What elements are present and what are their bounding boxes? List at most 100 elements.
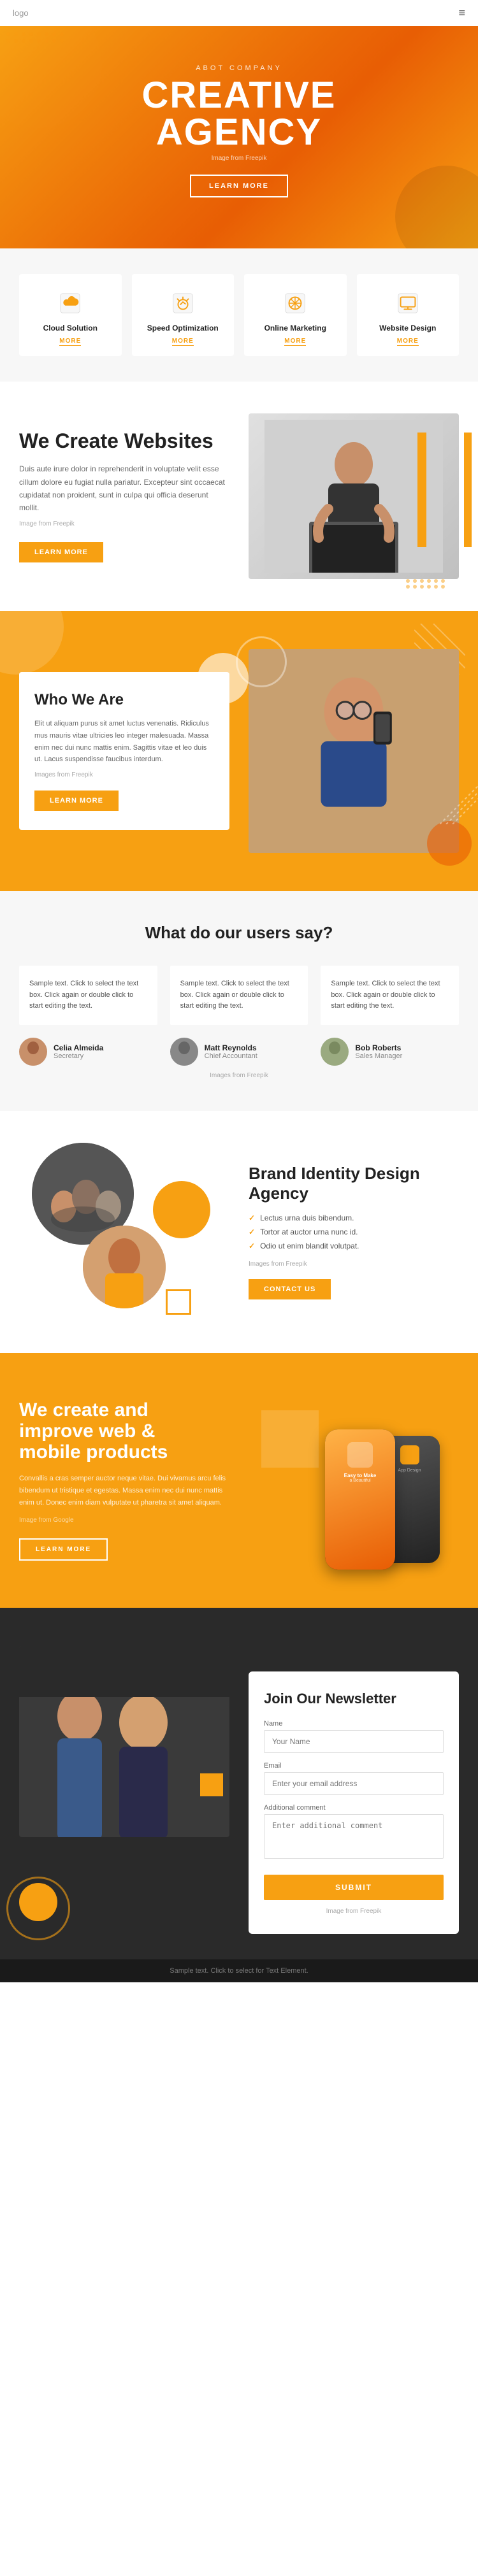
footer-text: Sample text. Click to select for Text El… (170, 1967, 308, 1975)
submit-button[interactable]: SUBMIT (264, 1875, 444, 1900)
testimonial-text-2: Sample text. Click to select the text bo… (331, 978, 449, 1012)
service-marketing-more[interactable]: MORE (284, 338, 306, 346)
person-role-1: Chief Accountant (205, 1052, 257, 1060)
hero-cta-button[interactable]: LEARN MORE (190, 175, 288, 197)
who-image (249, 649, 459, 853)
who-we-are-inner: Who We Are Elit ut aliquam purus sit ame… (19, 649, 459, 853)
person-2: Bob Roberts Sales Manager (321, 1038, 459, 1066)
marketing-icon (281, 289, 309, 317)
nl-deco-outline-circle (6, 1877, 70, 1940)
service-marketing-title: Online Marketing (264, 324, 326, 333)
message-input[interactable] (264, 1814, 444, 1859)
person-role-0: Secretary (54, 1052, 103, 1060)
testimonial-text-1: Sample text. Click to select the text bo… (180, 978, 298, 1012)
services-section: Cloud Solution MORE Speed Optimization M… (0, 248, 478, 382)
newsletter-form-area: Join Our Newsletter Name Email Additiona… (249, 1646, 459, 1959)
newsletter-people (19, 1646, 229, 1875)
nl-credit: Image from Freepik (264, 1908, 444, 1915)
who-title: Who We Are (34, 691, 214, 709)
email-label: Email (264, 1762, 444, 1770)
brand-outline-circle (166, 1289, 191, 1315)
newsletter-section: Join Our Newsletter Name Email Additiona… (0, 1608, 478, 1959)
testimonials-grid: Sample text. Click to select the text bo… (19, 966, 459, 1025)
service-card-design: Website Design MORE (357, 274, 460, 356)
design-icon (394, 289, 422, 317)
orange-accent-bar (464, 433, 472, 547)
newsletter-title: Join Our Newsletter (264, 1691, 444, 1707)
we-create-section: We Create Websites Duis aute irure dolor… (0, 382, 478, 611)
brand-list-item-1: Tortor at auctor urna nunc id. (249, 1227, 459, 1236)
person-role-2: Sales Manager (355, 1052, 402, 1060)
brand-identity-section: Brand Identity Design Agency Lectus urna… (0, 1111, 478, 1353)
name-field: Name (264, 1720, 444, 1753)
testimonial-text-0: Sample text. Click to select the text bo… (29, 978, 147, 1012)
brand-list-item-0: Lectus urna duis bibendum. (249, 1213, 459, 1222)
who-cta-button[interactable]: LEARN MORE (34, 791, 119, 811)
we-create-text: We Create Websites Duis aute irure dolor… (19, 430, 229, 562)
mobile-body: Convallis a cras semper auctor neque vit… (19, 1473, 229, 1508)
person-info-1: Matt Reynolds Chief Accountant (205, 1043, 257, 1060)
service-card-speed: Speed Optimization MORE (132, 274, 235, 356)
mobile-products-section: We create and improve web & mobile produ… (0, 1353, 478, 1608)
hero-section: Abot Company CREATIVE AGENCY Image from … (0, 26, 478, 248)
we-create-title: We Create Websites (19, 430, 229, 452)
person-1: Matt Reynolds Chief Accountant (170, 1038, 308, 1066)
brand-circle-2 (83, 1226, 166, 1308)
mobile-title: We create and improve web & mobile produ… (19, 1399, 229, 1463)
brand-credit: Images from Freepik (249, 1261, 459, 1268)
who-card: Who We Are Elit ut aliquam purus sit ame… (19, 672, 229, 830)
speed-icon (169, 289, 197, 317)
we-create-cta[interactable]: LEARN MORE (19, 542, 103, 562)
who-we-are-section: Who We Are Elit ut aliquam purus sit ame… (0, 611, 478, 891)
header: logo ≡ (0, 0, 478, 26)
services-grid: Cloud Solution MORE Speed Optimization M… (19, 274, 459, 356)
brand-cta-button[interactable]: CONTACT US (249, 1279, 331, 1299)
brand-list-item-2: Odio ut enim blandit volutpat. (249, 1241, 459, 1250)
testi-credit: Images from Freepik (19, 1072, 459, 1079)
person-name-0: Celia Almeida (54, 1043, 103, 1052)
we-create-credit: Image from Freepik (19, 519, 229, 529)
testimonials-section: What do our users say? Sample text. Clic… (0, 891, 478, 1111)
we-create-image (249, 413, 459, 579)
cloud-icon (56, 289, 84, 317)
person-name-2: Bob Roberts (355, 1043, 402, 1052)
footer: Sample text. Click to select for Text El… (0, 1959, 478, 1982)
mobile-credit: Image from Google (19, 1515, 229, 1526)
testimonial-card-2: Sample text. Click to select the text bo… (321, 966, 459, 1025)
avatar-1 (170, 1038, 198, 1066)
email-input[interactable] (264, 1772, 444, 1795)
message-field: Additional comment (264, 1804, 444, 1862)
person-name-1: Matt Reynolds (205, 1043, 257, 1052)
service-card-marketing: Online Marketing MORE (244, 274, 347, 356)
mobile-phones: Easy to Make a Beautiful App Design (249, 1391, 459, 1570)
menu-icon[interactable]: ≡ (458, 6, 465, 20)
mobile-text: We create and improve web & mobile produ… (19, 1399, 229, 1561)
who-credit: Images from Freepik (34, 769, 214, 780)
brand-orange-circle (153, 1181, 210, 1238)
testimonial-card-1: Sample text. Click to select the text bo… (170, 966, 308, 1025)
service-speed-more[interactable]: MORE (172, 338, 194, 346)
nl-small-circle (200, 1773, 223, 1796)
avatar-2 (321, 1038, 349, 1066)
hero-subtitle: Abot Company (196, 64, 282, 72)
hero-title: CREATIVE AGENCY (142, 77, 337, 151)
person-0: Celia Almeida Secretary (19, 1038, 157, 1066)
service-cloud-title: Cloud Solution (43, 324, 98, 333)
email-field: Email (264, 1762, 444, 1795)
hero-image-credit: Image from Freepik (212, 155, 267, 162)
who-body: Elit ut aliquam purus sit amet luctus ve… (34, 718, 214, 766)
testimonials-heading: What do our users say? (19, 923, 459, 943)
brand-text: Brand Identity Design Agency Lectus urna… (249, 1164, 459, 1299)
service-card-cloud: Cloud Solution MORE (19, 274, 122, 356)
brand-circles (19, 1143, 229, 1321)
we-create-body: Duis aute irure dolor in reprehenderit i… (19, 462, 229, 515)
logo: logo (13, 8, 29, 18)
service-design-more[interactable]: MORE (397, 338, 419, 346)
service-cloud-more[interactable]: MORE (59, 338, 81, 346)
testimonial-persons: Celia Almeida Secretary Matt Reynolds Ch… (19, 1038, 459, 1066)
service-design-title: Website Design (379, 324, 436, 333)
mobile-deco-circle (261, 1410, 319, 1468)
mobile-cta-button[interactable]: LEARN MORE (19, 1538, 108, 1561)
name-input[interactable] (264, 1730, 444, 1753)
avatar-0 (19, 1038, 47, 1066)
